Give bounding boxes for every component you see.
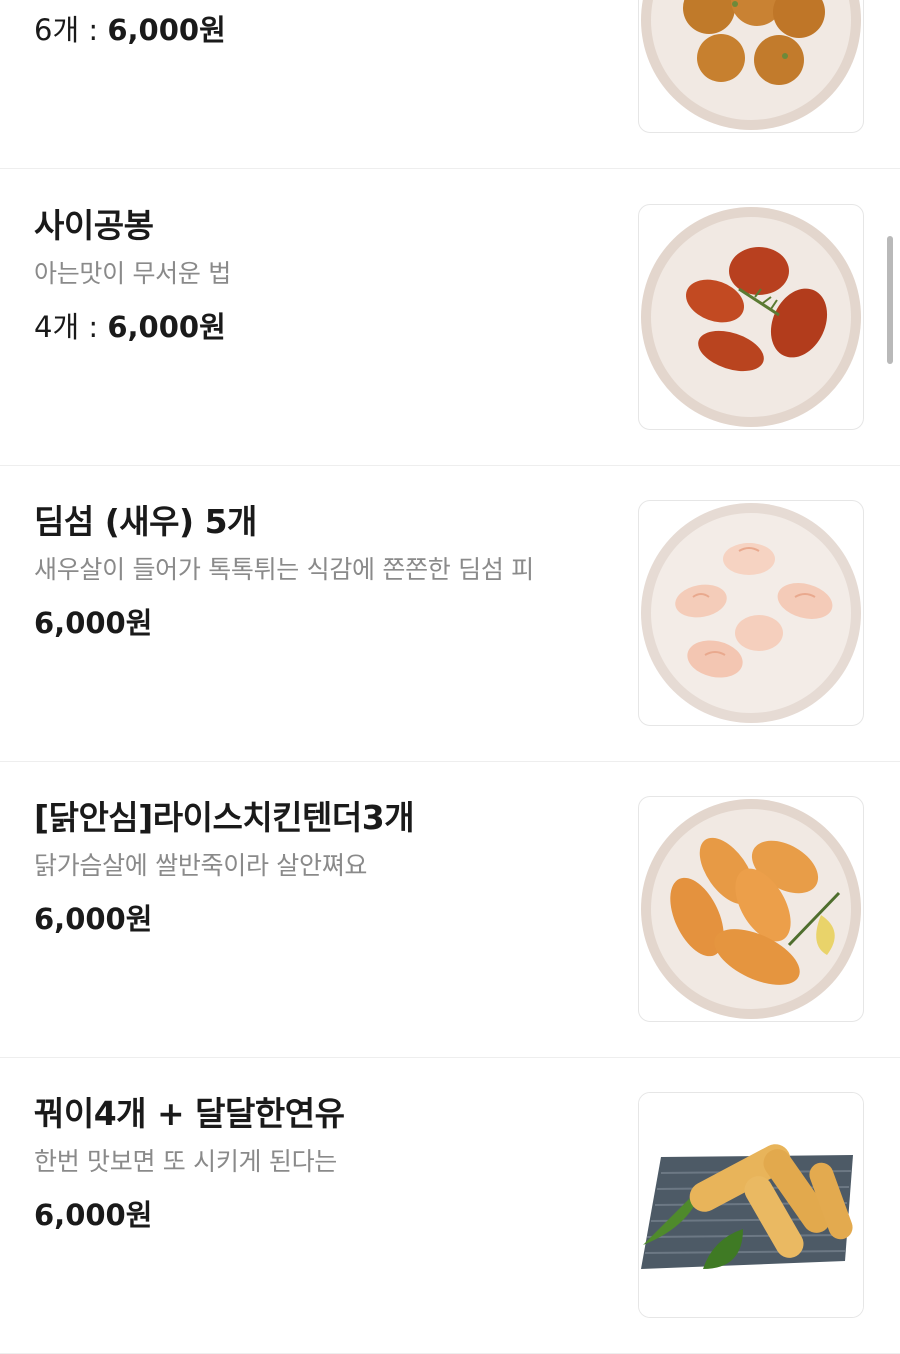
menu-item-price-amount: 6,000원: [34, 1198, 153, 1232]
fried-balls-plate-icon: [641, 0, 861, 130]
menu-item-texts: 사이공봉 아는맛이 무서운 법 4개 : 6,000원: [34, 202, 614, 348]
menu-item-description: 아는맛이 무서운 법: [34, 259, 231, 288]
menu-item-price: 6개 : 6,000원: [34, 9, 614, 51]
menu-item-price: 4개 : 6,000원: [34, 306, 614, 348]
chicken-wings-plate-icon: [641, 207, 861, 427]
menu-item-texts: 꿔이4개 + 달달한연유 한번 맛보면 또 시키게 된다는 6,000원: [34, 1090, 614, 1236]
menu-item-name: 사이공봉: [34, 206, 154, 245]
menu-item-thumbnail[interactable]: [638, 1092, 864, 1318]
menu-item-price-amount: 6,000원: [34, 606, 153, 640]
menu-item-description: 한번 맛보면 또 시키게 된다는: [34, 1147, 337, 1176]
menu-item-description: 닭가슴살에 쌀반죽이라 살안쪄요: [34, 851, 368, 880]
menu-item[interactable]: [닭안심]라이스치킨텐더3개 닭가슴살에 쌀반죽이라 살안쪄요 6,000원: [0, 762, 900, 1058]
menu-item-price: 6,000원: [34, 898, 614, 940]
menu-list: 6개 : 6,000원 사이공봉 아는맛이 무서운 법 4개 : 6,000원: [0, 0, 900, 1354]
menu-item-description: 새우살이 들어가 톡톡튀는 식감에 쫀쫀한 딤섬 피: [34, 555, 534, 584]
menu-item-name: 딤섬 (새우) 5개: [34, 502, 257, 541]
shrimp-dimsum-plate-icon: [641, 503, 861, 723]
menu-item-price-amount: 6,000원: [34, 902, 153, 936]
menu-item[interactable]: 꿔이4개 + 달달한연유 한번 맛보면 또 시키게 된다는 6,000원: [0, 1058, 900, 1354]
menu-item-thumbnail[interactable]: [638, 796, 864, 1022]
menu-item-quantity: 4개 :: [34, 310, 108, 344]
menu-item-price: 6,000원: [34, 1194, 614, 1236]
menu-item-thumbnail[interactable]: [638, 0, 864, 133]
menu-item[interactable]: 사이공봉 아는맛이 무서운 법 4개 : 6,000원: [0, 170, 900, 466]
fried-dough-sticks-icon: [639, 1093, 863, 1317]
menu-item-price: 6,000원: [34, 602, 614, 644]
menu-item-texts: 딤섬 (새우) 5개 새우살이 들어가 톡톡튀는 식감에 쫀쫀한 딤섬 피 6,…: [34, 498, 614, 644]
menu-item-price-amount: 6,000원: [107, 13, 226, 47]
rice-chicken-tender-plate-icon: [641, 799, 861, 1019]
menu-item-texts: 6개 : 6,000원: [34, 0, 614, 51]
menu-item[interactable]: 6개 : 6,000원: [0, 0, 900, 169]
menu-item[interactable]: 딤섬 (새우) 5개 새우살이 들어가 톡톡튀는 식감에 쫀쫀한 딤섬 피 6,…: [0, 466, 900, 762]
menu-item-quantity: 6개 :: [34, 13, 108, 47]
menu-item-name: 꿔이4개 + 달달한연유: [34, 1094, 345, 1133]
menu-item-price-amount: 6,000원: [107, 310, 226, 344]
scrollbar-thumb[interactable]: [887, 236, 893, 364]
menu-item-thumbnail[interactable]: [638, 204, 864, 430]
menu-item-thumbnail[interactable]: [638, 500, 864, 726]
menu-item-texts: [닭안심]라이스치킨텐더3개 닭가슴살에 쌀반죽이라 살안쪄요 6,000원: [34, 794, 614, 940]
menu-item-name: [닭안심]라이스치킨텐더3개: [34, 798, 415, 837]
